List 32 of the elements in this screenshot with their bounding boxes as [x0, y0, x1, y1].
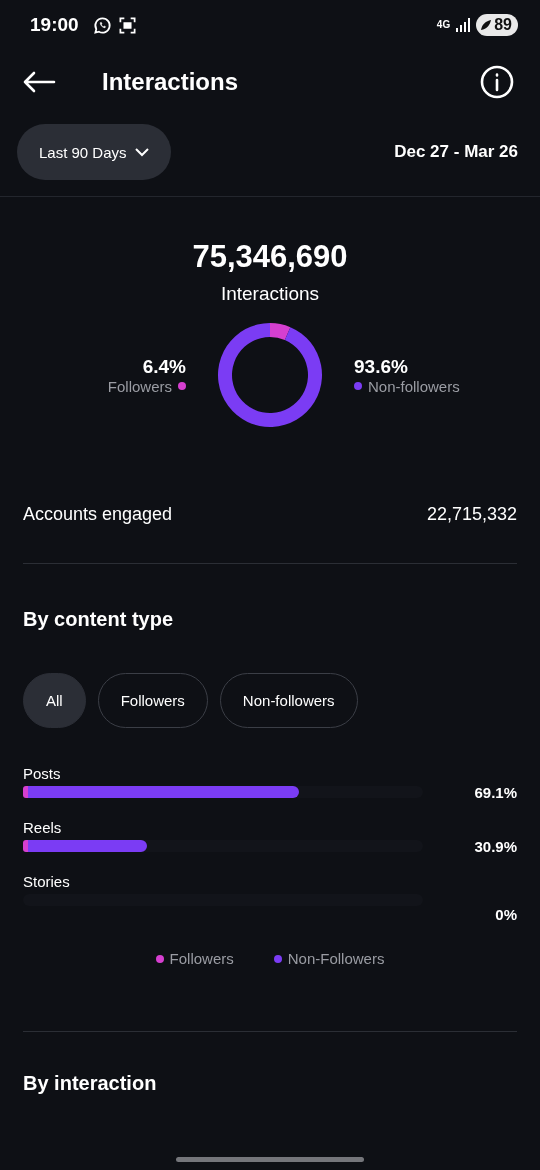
section-title: By content type	[23, 608, 175, 631]
battery-level: 89	[494, 16, 512, 34]
metric-value: 22,715,332	[426, 504, 517, 525]
chevron-down-icon	[134, 147, 149, 157]
date-range-dropdown[interactable]: Last 90 Days	[17, 124, 171, 180]
signal-icon	[456, 18, 471, 32]
percentage-value: 0%	[495, 905, 517, 923]
total-label: Interactions	[220, 283, 320, 305]
section-title: By interaction	[23, 1072, 158, 1095]
screenshot-icon	[117, 15, 137, 35]
legend-label: Followers	[169, 950, 234, 967]
total-count: 75,346,690	[192, 239, 348, 275]
legend-label: Non-Followers	[287, 950, 385, 967]
filter-chip[interactable]: All	[23, 673, 86, 728]
percentage-value: 6.4%	[142, 355, 186, 378]
percentage-value: 30.9%	[474, 837, 517, 855]
chat-icon	[92, 15, 112, 35]
date-range: Dec 27 - Mar 26	[394, 142, 518, 162]
leaf-icon	[480, 19, 493, 31]
metric-label: Accounts engaged	[23, 504, 173, 525]
content-type-label: Stories	[23, 873, 71, 890]
content-type-label: Reels	[23, 819, 63, 836]
legend-label: Followers	[107, 377, 172, 395]
percentage-value: 69.1%	[474, 783, 517, 801]
info-button[interactable]	[480, 65, 514, 99]
legend-label: Non-followers	[368, 377, 460, 395]
back-button[interactable]	[22, 70, 56, 94]
clock: 19:00	[30, 14, 79, 36]
network-label: 4G	[436, 20, 451, 30]
percentage-value: 93.6%	[354, 355, 408, 378]
page-title: Interactions	[102, 68, 240, 96]
content-type-label: Posts	[23, 765, 62, 782]
